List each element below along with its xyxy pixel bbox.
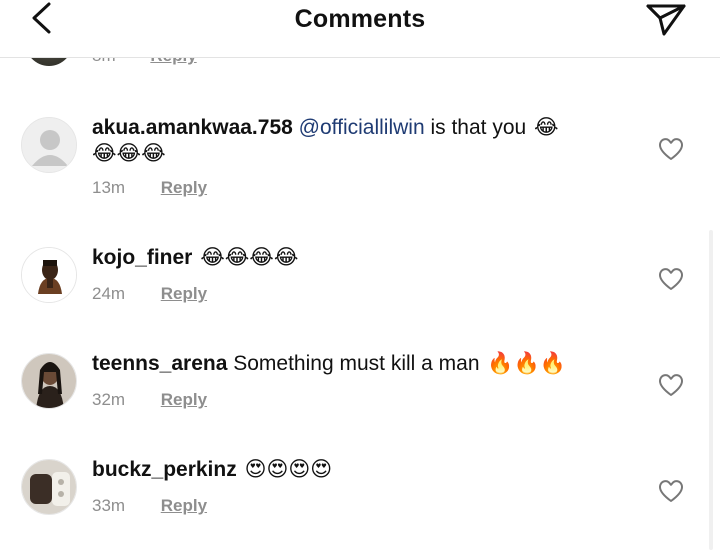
comment-text: kojo_finer 😂😂😂😂 xyxy=(92,245,632,271)
comment-body xyxy=(237,458,243,481)
comment-text: akua.amankwaa.758 @officiallilwin is tha… xyxy=(92,115,632,167)
comment-body: Something must kill a man xyxy=(227,352,486,375)
page-title: Comments xyxy=(294,5,426,33)
heart-icon xyxy=(658,480,684,502)
reply-button[interactable]: Reply xyxy=(161,390,207,409)
comment-time: 24m xyxy=(92,284,126,303)
avatar[interactable] xyxy=(21,353,77,409)
comment-meta: 33m Reply xyxy=(92,496,207,516)
avatar[interactable] xyxy=(21,459,77,515)
heart-icon xyxy=(658,268,684,290)
profile-photo-icon xyxy=(22,354,76,408)
comment-username[interactable]: teenns_arena xyxy=(92,352,227,375)
reply-button[interactable]: Reply xyxy=(161,178,207,197)
heart-icon xyxy=(658,138,684,160)
comment-mention[interactable]: @officiallilwin xyxy=(299,116,425,139)
avatar[interactable] xyxy=(21,247,77,303)
comment-username[interactable]: buckz_perkinz xyxy=(92,458,237,481)
default-avatar-icon xyxy=(22,118,76,172)
comment-meta: 32m Reply xyxy=(92,390,207,410)
comment-emojis: 😂 xyxy=(534,116,559,139)
reply-button[interactable]: Reply xyxy=(161,496,207,515)
like-button[interactable] xyxy=(657,266,685,292)
comment-username[interactable]: kojo_finer xyxy=(92,246,192,269)
comment-body: is that you xyxy=(424,116,533,139)
comment-item: buckz_perkinz 😍😍😍😍 33m Reply xyxy=(0,442,720,532)
comment-meta: 13m Reply xyxy=(92,178,207,198)
scrollbar[interactable] xyxy=(709,230,713,550)
like-button[interactable] xyxy=(657,478,685,504)
comment-username[interactable]: akua.amankwaa.758 xyxy=(92,116,293,139)
comment-emojis: 😍😍😍😍 xyxy=(244,458,333,481)
like-button[interactable] xyxy=(657,372,685,398)
comment-time: 32m xyxy=(92,390,126,409)
bust-figure-icon xyxy=(22,248,76,302)
comment-item: kojo_finer 😂😂😂😂 24m Reply xyxy=(0,230,720,320)
like-button[interactable] xyxy=(657,136,685,162)
comment-time: 33m xyxy=(92,496,126,515)
comment-emojis: 🔥🔥🔥 xyxy=(487,352,566,375)
comment-time: 13m xyxy=(92,178,126,197)
share-button[interactable] xyxy=(640,0,690,40)
avatar[interactable] xyxy=(21,117,77,173)
comment-text: buckz_perkinz 😍😍😍😍 xyxy=(92,457,632,483)
reply-button[interactable]: Reply xyxy=(161,284,207,303)
profile-photo-icon xyxy=(22,460,76,514)
paper-plane-icon xyxy=(646,4,686,36)
comment-emojis: 😂😂😂 xyxy=(92,142,166,165)
comment-item: teenns_arena Something must kill a man 🔥… xyxy=(0,336,720,426)
comment-text: teenns_arena Something must kill a man 🔥… xyxy=(92,351,632,377)
comment-emojis: 😂😂😂😂 xyxy=(200,246,299,269)
header: Comments xyxy=(0,0,720,58)
comment-item: akua.amankwaa.758 @officiallilwin is tha… xyxy=(0,100,720,206)
comment-body xyxy=(192,246,198,269)
heart-icon xyxy=(658,374,684,396)
comments-screen: 8m Reply Comments a xyxy=(0,0,720,550)
comment-meta: 24m Reply xyxy=(92,284,207,304)
